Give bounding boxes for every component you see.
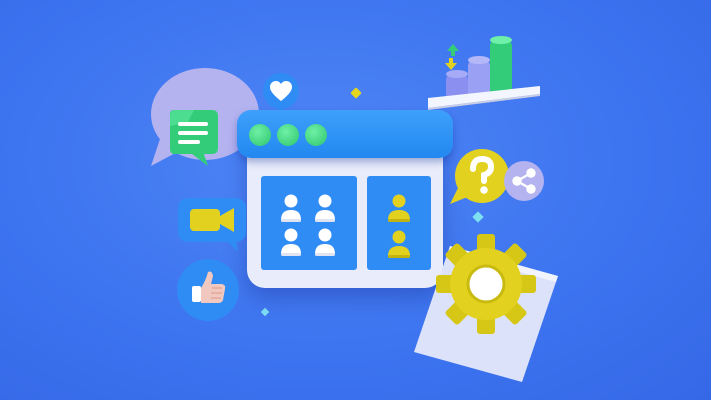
video-camera-badge [176,196,248,254]
sparkle-cyan-2 [260,307,270,317]
thumbs-up-badge [176,258,240,322]
heart-badge [262,72,300,112]
sparkle-yellow-2 [350,87,362,99]
title-dot-1 [249,124,271,146]
person-icon [281,228,301,256]
people-panel-left [261,176,357,270]
title-dot-2 [277,124,299,146]
person-icon [315,194,335,222]
sort-arrows-icon [440,42,464,72]
sparkle-cyan-1 [472,211,484,223]
title-dot-3 [305,124,327,146]
person-icon [388,230,410,258]
gear-icon [434,232,538,336]
person-icon [281,194,301,222]
share-badge [503,160,545,202]
person-icon [388,194,410,222]
question-badge [448,146,510,208]
person-icon [315,228,335,256]
chat-bubble-icon [164,108,222,168]
